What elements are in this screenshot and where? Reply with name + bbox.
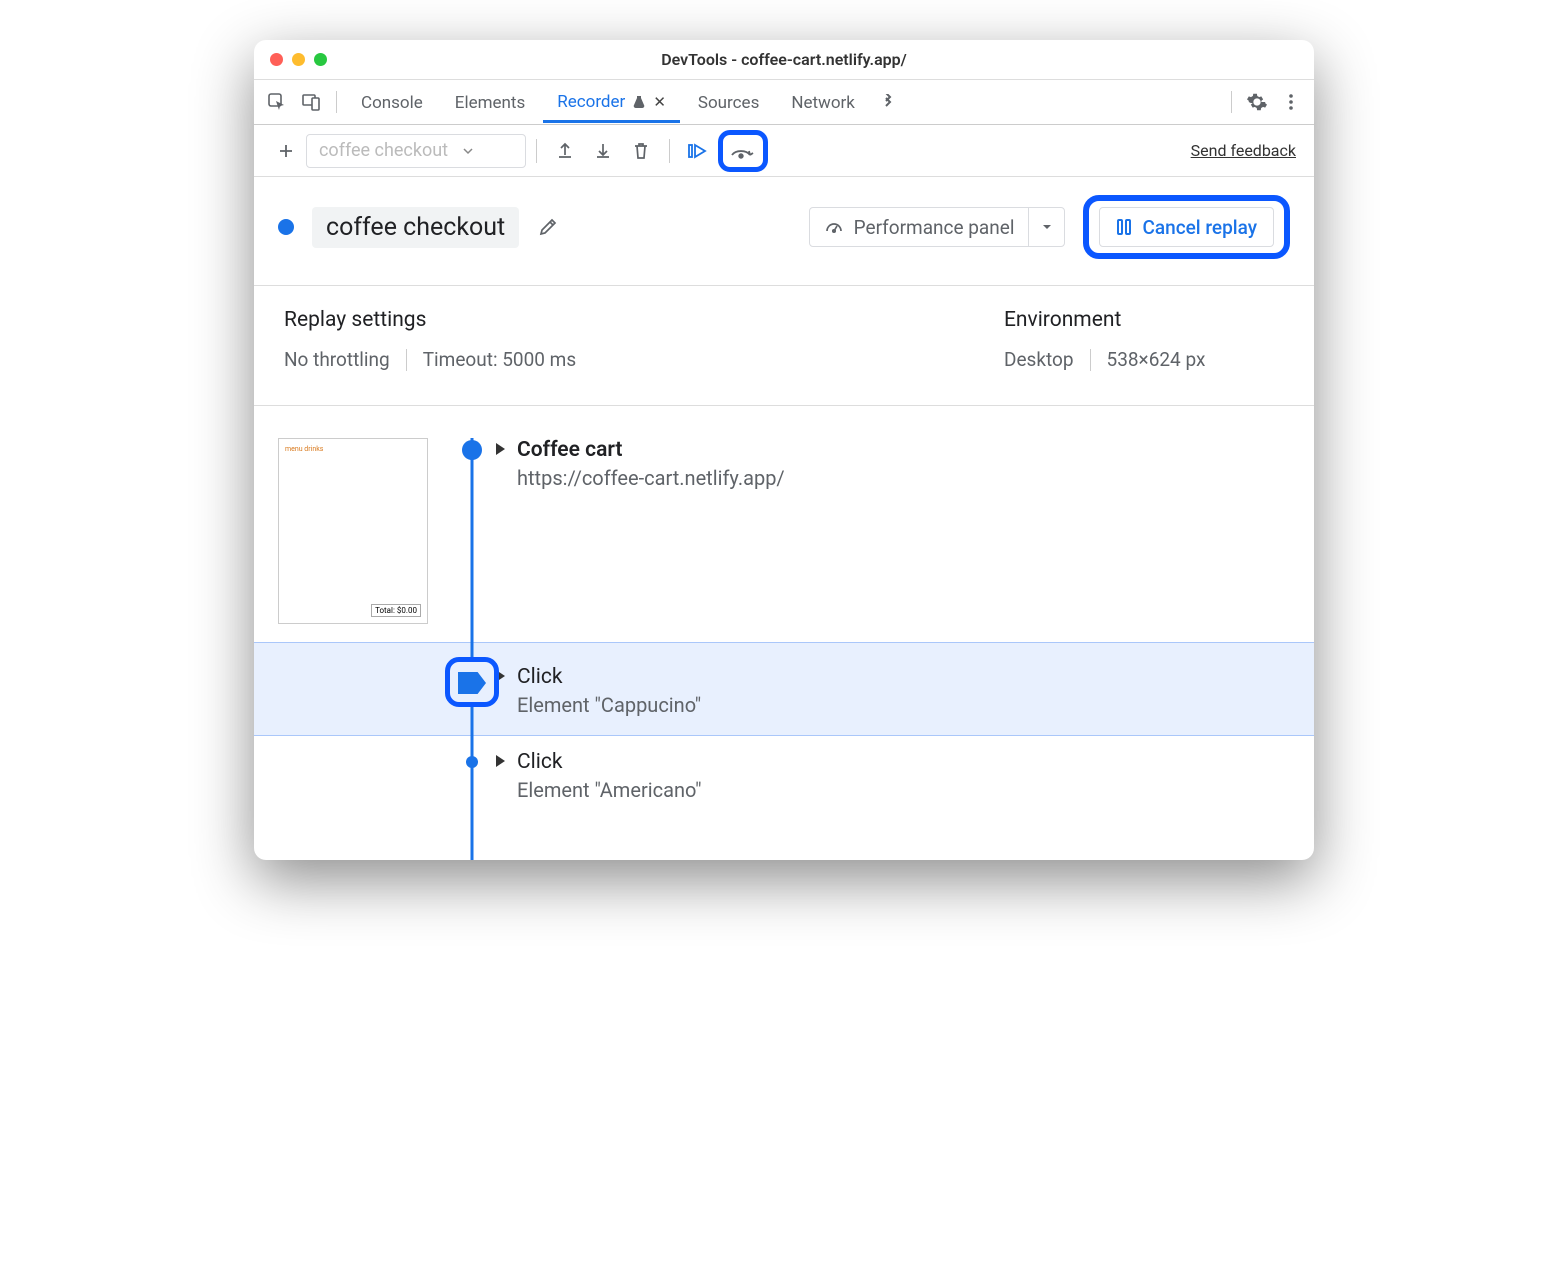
divider [336,91,337,113]
tab-label: Sources [698,93,759,113]
step-row[interactable]: Click Element "Americano" [278,736,1314,820]
chevron-down-icon [462,145,474,157]
tab-console[interactable]: Console [347,83,437,121]
close-tab-icon[interactable]: ✕ [653,93,666,111]
cancel-replay-highlight: Cancel replay [1083,195,1290,259]
env-device-value: Desktop [1004,348,1074,371]
tab-network[interactable]: Network [777,83,869,121]
recording-header: coffee checkout Performance panel Cancel… [254,177,1314,286]
cancel-replay-label: Cancel replay [1142,216,1257,239]
replay-settings-group: Replay settings No throttling Timeout: 5… [284,308,576,371]
divider [1231,91,1232,113]
pause-icon [1116,218,1132,236]
environment-group: Environment Desktop 538×624 px [1004,308,1284,371]
divider [536,139,537,163]
step-title: Click [517,665,563,689]
divider [669,139,670,163]
timeline-node-icon [466,756,478,768]
divider [1090,349,1091,371]
divider [406,349,407,371]
timeout-value[interactable]: Timeout: 5000 ms [423,348,576,371]
timeline-node-icon [462,440,482,460]
inspect-icon[interactable] [262,87,292,117]
expand-triangle-icon[interactable] [496,755,505,767]
performance-panel-label: Performance panel [854,216,1015,239]
step-over-icon[interactable] [727,137,759,165]
thumb-footer: Total: $0.00 [371,604,421,617]
expand-triangle-icon[interactable] [496,443,505,455]
tab-label: Network [791,93,855,113]
gauge-icon [824,217,844,237]
recording-selector-label: coffee checkout [319,140,448,161]
window-title: DevTools - coffee-cart.netlify.app/ [254,50,1314,69]
new-recording-icon[interactable] [268,133,304,169]
step-title: Click [517,750,563,774]
kebab-menu-icon[interactable] [1276,87,1306,117]
recorder-toolbar: coffee checkout Send feedback [254,125,1314,177]
environment-heading: Environment [1004,308,1284,332]
step-row[interactable]: menu drinks Total: $0.00 Coffee cart htt… [278,424,1314,642]
current-step-highlight [445,657,499,707]
tab-bar: Console Elements Recorder ✕ Sources Netw… [254,80,1314,125]
tab-elements[interactable]: Elements [441,83,539,121]
tab-label: Elements [455,93,525,113]
timeline-line [471,438,474,860]
titlebar: DevTools - coffee-cart.netlify.app/ [254,40,1314,80]
performance-panel-selector[interactable]: Performance panel [809,207,1066,247]
recording-selector[interactable]: coffee checkout [306,134,526,168]
tab-label: Recorder [557,92,625,112]
tab-label: Console [361,93,423,113]
more-tabs-icon[interactable] [873,87,903,117]
settings-row: Replay settings No throttling Timeout: 5… [254,286,1314,406]
env-size-value: 538×624 px [1107,348,1206,371]
step-row[interactable]: Click Element "Cappucino" [254,642,1314,736]
step-subtitle: https://coffee-cart.netlify.app/ [517,466,1294,490]
send-feedback-link[interactable]: Send feedback [1191,141,1296,160]
import-icon[interactable] [585,133,621,169]
current-step-arrow-icon [458,672,486,694]
settings-gear-icon[interactable] [1242,87,1272,117]
step-subtitle: Element "Americano" [517,778,1294,802]
step-thumbnail: menu drinks Total: $0.00 [278,438,428,624]
steps-panel: menu drinks Total: $0.00 Coffee cart htt… [254,406,1314,860]
continue-icon[interactable] [680,133,716,169]
recording-name[interactable]: coffee checkout [312,207,519,248]
thumb-header: menu drinks [285,445,421,453]
export-icon[interactable] [547,133,583,169]
replay-settings-heading: Replay settings [284,308,576,332]
cancel-replay-button[interactable]: Cancel replay [1099,207,1274,247]
flask-icon [632,95,646,109]
throttling-value[interactable]: No throttling [284,348,390,371]
delete-icon[interactable] [623,133,659,169]
recording-indicator-icon [278,219,294,235]
devtools-window: DevTools - coffee-cart.netlify.app/ Cons… [254,40,1314,860]
tab-sources[interactable]: Sources [684,83,773,121]
edit-name-icon[interactable] [537,216,559,238]
device-toggle-icon[interactable] [296,87,326,117]
chevron-down-icon[interactable] [1028,208,1064,246]
step-title: Coffee cart [517,438,622,462]
step-over-highlight [718,130,768,172]
tab-recorder[interactable]: Recorder ✕ [543,82,680,123]
step-subtitle: Element "Cappucino" [517,693,1294,717]
